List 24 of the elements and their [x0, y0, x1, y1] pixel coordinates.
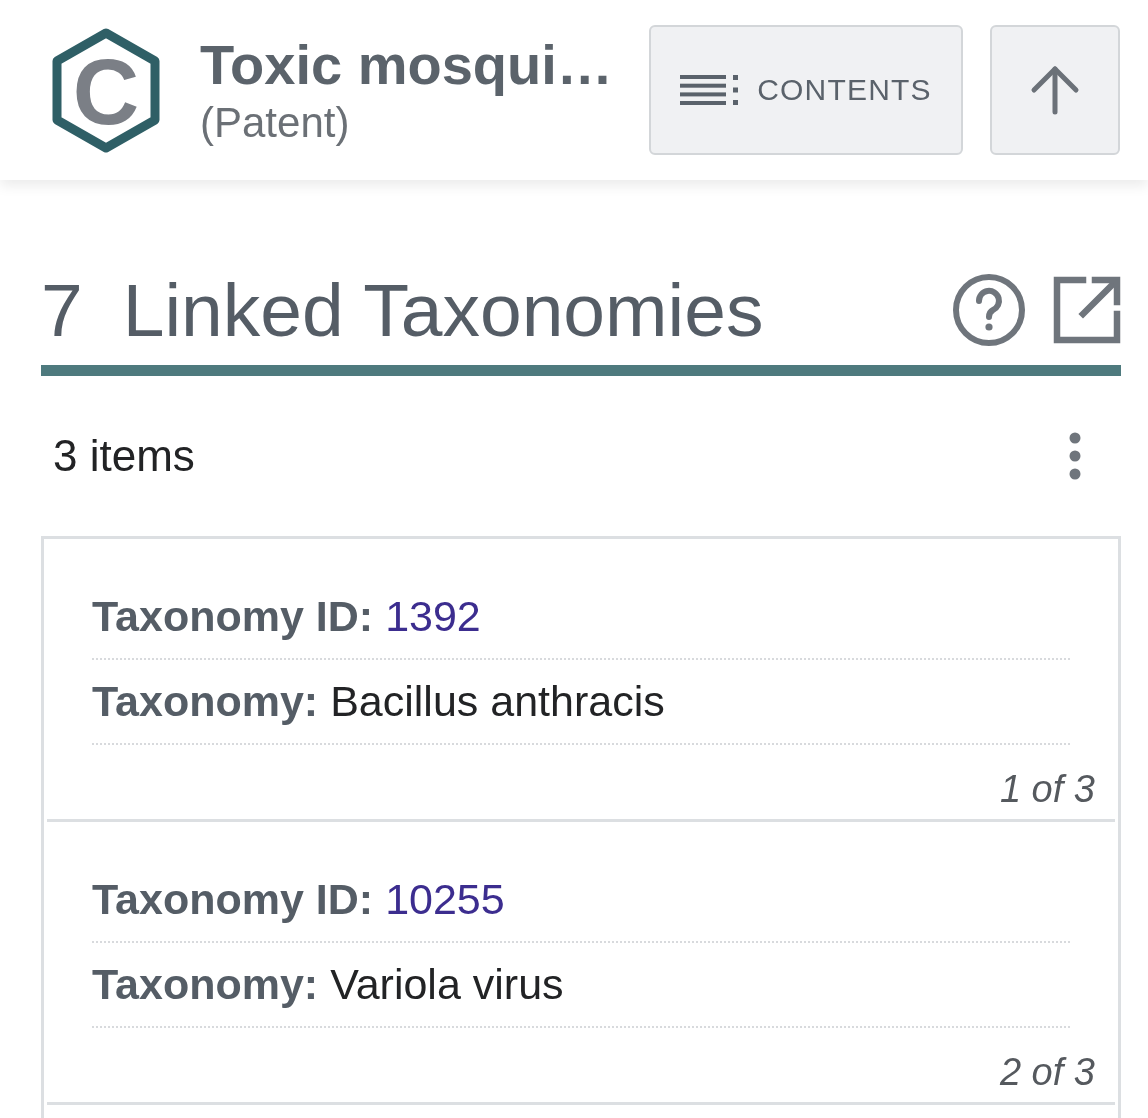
taxonomy-id-link[interactable]: 10255 [385, 868, 505, 930]
item-count: 3 items [53, 431, 195, 481]
field-label: Taxonomy ID: [92, 874, 374, 925]
page-title: Toxic mosqui… [200, 32, 613, 98]
back-to-top-button[interactable] [990, 25, 1120, 155]
section-number: 7 [41, 267, 83, 354]
field-value: Bacillus anthracis [330, 676, 665, 727]
section-title: Linked Taxonomies [122, 267, 765, 354]
item-position: 1 of 3 [999, 769, 1095, 809]
field-value: Variola virus [330, 959, 564, 1010]
help-icon [953, 274, 1025, 346]
help-button[interactable] [953, 274, 1025, 346]
more-options-icon[interactable] [1068, 432, 1082, 480]
logo[interactable]: C [52, 27, 160, 153]
field-label: Taxonomy: [92, 959, 319, 1010]
open-in-new-button[interactable] [1053, 276, 1121, 344]
external-link-icon [1053, 276, 1121, 344]
taxonomy-id-link[interactable]: 1392 [385, 585, 481, 647]
field-label: Taxonomy: [92, 676, 319, 727]
list-icon [680, 75, 739, 105]
page-subtitle: (Patent) [200, 98, 350, 148]
item-position: 2 of 3 [999, 1052, 1095, 1092]
contents-button[interactable]: CONTENTS [649, 25, 963, 155]
field-label: Taxonomy ID: [92, 591, 374, 642]
